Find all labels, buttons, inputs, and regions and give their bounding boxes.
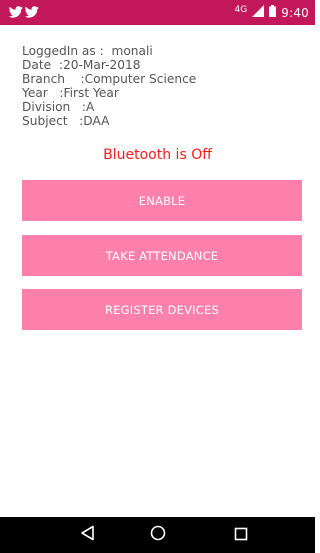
session-division: Division :A [22,100,95,114]
session-year: Year :First Year [22,86,119,100]
session-info: LoggedIn as : monali Date :20-Mar-2018 B… [22,44,196,128]
twitter-icon [8,3,23,22]
navigation-bar [0,517,315,553]
session-subject: Subject :DAA [22,114,110,128]
notification-icons [8,3,39,22]
take-attendance-button[interactable]: TAKE ATTENDANCE [22,235,302,276]
enable-button[interactable]: ENABLE [22,180,302,221]
home-button[interactable] [133,517,183,553]
session-date: Date :20-Mar-2018 [22,58,141,72]
back-button[interactable] [63,517,113,553]
bluetooth-status: Bluetooth is Off [103,147,212,163]
clock: 9:40 [281,5,309,20]
back-icon [80,525,96,545]
recents-button[interactable] [216,517,266,553]
status-bar: 4G 9:40 [0,0,315,25]
twitter-icon [24,3,39,22]
register-devices-button[interactable]: REGISTER DEVICES [22,289,302,330]
battery-icon [269,5,277,20]
recents-icon [234,526,248,545]
system-status: 4G 9:40 [235,5,309,20]
main-content: LoggedIn as : monali Date :20-Mar-2018 B… [0,25,315,517]
signal-icon [252,5,265,20]
home-icon [150,525,166,545]
network-type: 4G [234,4,248,15]
logged-in-user: LoggedIn as : monali [22,44,153,58]
session-branch: Branch :Computer Science [22,72,197,86]
